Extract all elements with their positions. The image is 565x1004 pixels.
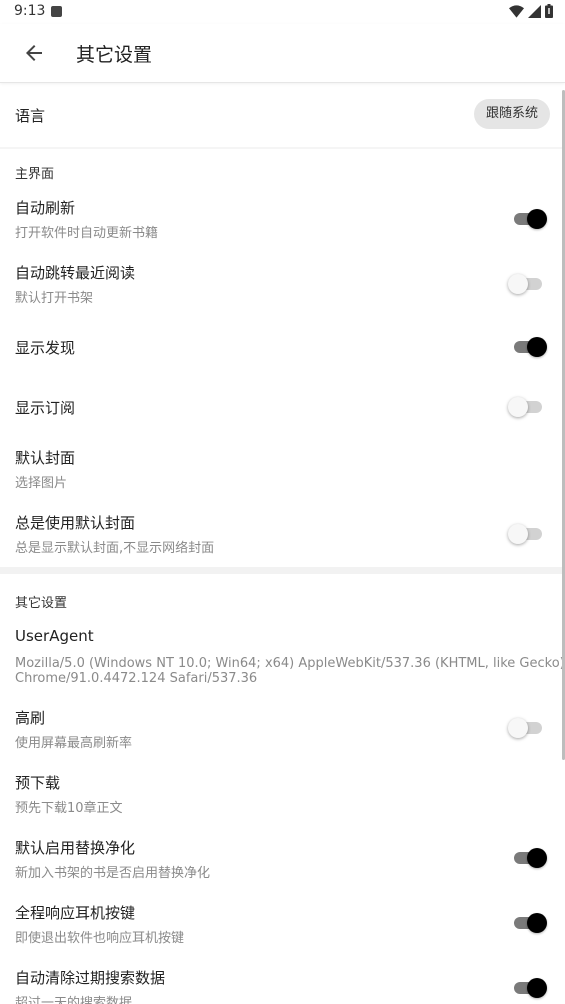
app-bar: 其它设置 bbox=[0, 24, 565, 83]
setting-title: 全程响应耳机按键 bbox=[15, 904, 136, 922]
section-divider bbox=[0, 567, 565, 574]
setting-subtitle: 新加入书架的书是否启用替换净化 bbox=[15, 866, 211, 881]
language-chip[interactable]: 跟随系统 bbox=[473, 99, 550, 129]
setting-auto-refresh[interactable]: 自动刷新 打开软件时自动更新书籍 bbox=[0, 185, 565, 250]
auto-jump-recent-switch[interactable] bbox=[508, 273, 546, 295]
setting-subtitle: 打开软件时自动更新书籍 bbox=[15, 226, 159, 241]
signal-icon bbox=[528, 4, 541, 18]
setting-user-agent[interactable]: UserAgent Mozilla/5.0 (Windows NT 10.0; … bbox=[0, 615, 565, 705]
setting-title: 默认封面 bbox=[15, 449, 76, 467]
auto-refresh-switch[interactable] bbox=[508, 208, 547, 230]
user-agent-value-line1: Mozilla/5.0 (Windows NT 10.0; Win64; x64… bbox=[15, 656, 565, 671]
setting-title: 高刷 bbox=[15, 709, 46, 727]
high-refresh-switch[interactable] bbox=[508, 717, 546, 739]
setting-show-discover[interactable]: 显示发现 bbox=[0, 315, 565, 377]
setting-subtitle: 即使退出软件也响应耳机按键 bbox=[15, 931, 185, 946]
setting-headset-keys[interactable]: 全程响应耳机按键 即使退出软件也响应耳机按键 bbox=[0, 890, 565, 955]
setting-title: 总是使用默认封面 bbox=[15, 514, 136, 532]
status-bar: 9:13 bbox=[0, 0, 565, 24]
setting-title: 自动跳转最近阅读 bbox=[15, 264, 136, 282]
page-title: 其它设置 bbox=[76, 44, 153, 66]
setting-subtitle: 预先下载10章正文 bbox=[15, 801, 123, 816]
show-discover-switch[interactable] bbox=[508, 336, 547, 358]
setting-high-refresh[interactable]: 高刷 使用屏幕最高刷新率 bbox=[0, 695, 565, 760]
setting-subtitle: 总是显示默认封面,不显示网络封面 bbox=[15, 541, 215, 556]
setting-title: 默认启用替换净化 bbox=[15, 839, 136, 857]
setting-default-replace-purify[interactable]: 默认启用替换净化 新加入书架的书是否启用替换净化 bbox=[0, 825, 565, 890]
setting-title: 自动刷新 bbox=[15, 199, 76, 217]
user-agent-value-line2: Chrome/91.0.4472.124 Safari/537.36 bbox=[15, 671, 258, 686]
setting-auto-jump-recent[interactable]: 自动跳转最近阅读 默认打开书架 bbox=[0, 250, 565, 315]
system-icons bbox=[509, 4, 553, 18]
setting-title: 显示发现 bbox=[15, 339, 76, 357]
setting-subtitle: 超过一天的搜索数据 bbox=[15, 996, 133, 1004]
arrow-back-icon[interactable] bbox=[22, 41, 46, 65]
setting-title: 显示订阅 bbox=[15, 399, 76, 417]
status-time: 9:13 bbox=[14, 3, 46, 19]
auto-clear-search-switch[interactable] bbox=[508, 977, 547, 999]
setting-title: 语言 bbox=[15, 107, 46, 125]
headset-keys-switch[interactable] bbox=[508, 912, 547, 934]
wifi-icon bbox=[509, 4, 524, 18]
setting-title: UserAgent bbox=[15, 627, 94, 645]
setting-auto-clear-search[interactable]: 自动清除过期搜索数据 超过一天的搜索数据 bbox=[0, 955, 565, 1004]
setting-subtitle: 选择图片 bbox=[15, 476, 68, 491]
battery-icon bbox=[545, 4, 553, 18]
setting-always-default-cover[interactable]: 总是使用默认封面 总是显示默认封面,不显示网络封面 bbox=[0, 500, 565, 565]
setting-show-subscription[interactable]: 显示订阅 bbox=[0, 377, 565, 435]
setting-title: 预下载 bbox=[15, 774, 61, 792]
notification-icon bbox=[51, 6, 62, 17]
always-default-cover-switch[interactable] bbox=[508, 523, 546, 545]
setting-subtitle: 默认打开书架 bbox=[15, 291, 94, 306]
section-header-other: 其它设置 bbox=[15, 596, 68, 611]
setting-title: 自动清除过期搜索数据 bbox=[15, 969, 166, 987]
show-subscription-switch[interactable] bbox=[508, 396, 546, 418]
setting-default-cover[interactable]: 默认封面 选择图片 bbox=[0, 435, 565, 500]
section-header-main: 主界面 bbox=[15, 167, 55, 182]
setting-language[interactable]: 语言 跟随系统 bbox=[0, 83, 565, 147]
setting-pre-download[interactable]: 预下载 预先下载10章正文 bbox=[0, 760, 565, 825]
setting-subtitle: 使用屏幕最高刷新率 bbox=[15, 736, 133, 751]
divider bbox=[0, 147, 565, 149]
default-replace-purify-switch[interactable] bbox=[508, 847, 547, 869]
settings-list: 语言 跟随系统 主界面 自动刷新 打开软件时自动更新书籍 自动跳转最近阅读 默认… bbox=[0, 83, 565, 1004]
